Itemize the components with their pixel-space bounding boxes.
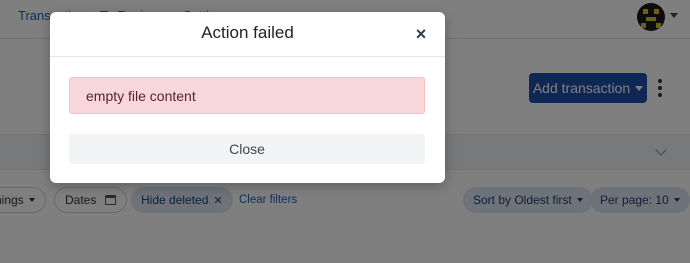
close-icon[interactable]: × xyxy=(412,25,430,43)
modal-title: Action failed xyxy=(201,23,294,42)
error-message: empty file content xyxy=(86,87,196,104)
close-button[interactable]: Close xyxy=(69,134,425,164)
modal-header: Action failed × xyxy=(50,12,445,57)
error-modal: Action failed × empty file content Close xyxy=(50,12,445,183)
error-alert: empty file content xyxy=(69,77,425,114)
